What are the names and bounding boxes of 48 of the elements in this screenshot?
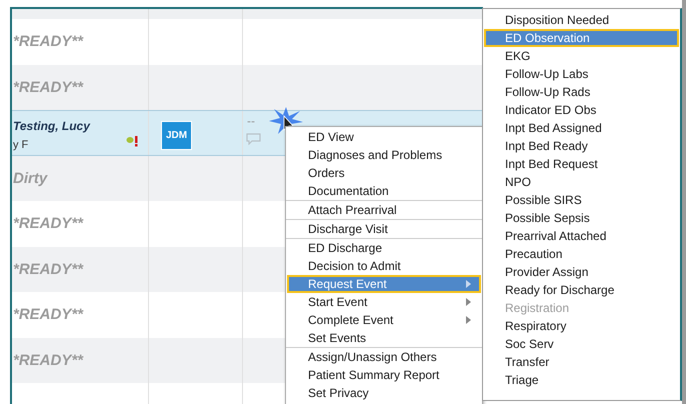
menu-item[interactable]: Inpt Bed Ready xyxy=(484,137,679,155)
patient-detail: y F xyxy=(13,138,28,153)
bed-status: *READY** xyxy=(13,305,84,325)
menu-item[interactable]: Precaution xyxy=(484,245,679,263)
menu-item[interactable]: Possible SIRS xyxy=(484,191,679,209)
menu-item[interactable]: Start Event xyxy=(287,293,481,311)
submenu-arrow-icon xyxy=(466,280,471,288)
bed-status: *READY** xyxy=(13,350,84,370)
menu-item[interactable]: NPO xyxy=(484,173,679,191)
menu-item[interactable]: Follow-Up Rads xyxy=(484,83,679,101)
menu-item[interactable]: Disposition Needed xyxy=(484,11,679,29)
provider-tag: JDM xyxy=(161,121,192,150)
column-3-text: -- xyxy=(247,115,255,127)
menu-item[interactable]: Inpt Bed Assigned xyxy=(484,119,679,137)
menu-item[interactable]: Discharge Visit xyxy=(287,220,481,238)
menu-item[interactable]: ED Observation xyxy=(484,29,679,47)
menu-item[interactable]: Possible Sepsis xyxy=(484,209,679,227)
menu-item[interactable]: Patient Summary Report xyxy=(287,366,481,384)
menu-item[interactable]: Decision to Admit xyxy=(287,257,481,275)
menu-item[interactable]: Request Event xyxy=(287,275,481,293)
menu-item[interactable]: ED View xyxy=(287,128,481,146)
menu-item[interactable]: EKG xyxy=(484,47,679,65)
menu-item[interactable]: Prearrival Attached xyxy=(484,227,679,245)
submenu-arrow-icon xyxy=(466,298,471,306)
submenu-arrow-icon xyxy=(466,316,471,324)
menu-item[interactable]: Triage xyxy=(484,371,679,389)
menu-item[interactable]: Ready for Discharge xyxy=(484,281,679,299)
menu-item[interactable]: Documentation xyxy=(287,182,481,200)
bed-status: *READY** xyxy=(13,32,84,52)
menu-item[interactable]: Follow-Up Labs xyxy=(484,65,679,83)
comment-icon xyxy=(246,133,261,145)
menu-item[interactable]: Provider Assign xyxy=(484,263,679,281)
menu-item[interactable]: Orders xyxy=(287,164,481,182)
bed-status: *READY** xyxy=(13,260,84,280)
menu-item[interactable]: Assign/Unassign Others xyxy=(287,348,481,366)
menu-item[interactable]: Soc Serv xyxy=(484,335,679,353)
menu-item[interactable]: Set Privacy xyxy=(287,384,481,402)
menu-item[interactable]: Indicator ED Obs xyxy=(484,101,679,119)
bed-status: *READY** xyxy=(13,214,84,234)
menu-item[interactable]: Inpt Bed Request xyxy=(484,155,679,173)
bed-status: Dirty xyxy=(13,168,48,188)
menu-item[interactable]: Complete Event xyxy=(287,311,481,329)
alert-icon xyxy=(126,135,140,147)
menu-item[interactable]: Transfer xyxy=(484,353,679,371)
bed-status: *READY** xyxy=(13,78,84,98)
patient-name: Testing, Lucy xyxy=(13,118,90,135)
menu-item[interactable]: Attach Prearrival xyxy=(287,201,481,219)
menu-item[interactable]: Respiratory xyxy=(484,317,679,335)
